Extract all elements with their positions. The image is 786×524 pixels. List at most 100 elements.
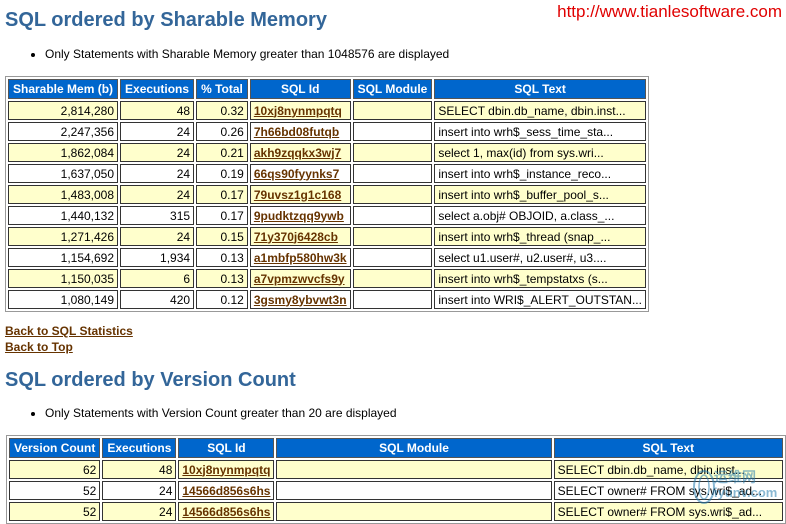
text-cell: [352, 290, 433, 309]
table-row: 1,637,050 24 0.19 66qs90fyynks7 insert into …: [8, 164, 646, 183]
numeric-cell: 6: [120, 269, 195, 288]
logo-icon: [693, 470, 715, 504]
sql-id-link[interactable]: 9pudktzqq9ywb: [254, 209, 344, 223]
col-header-sql-id: SQL Id: [249, 79, 351, 99]
numeric-cell: 1,271,426: [8, 227, 119, 246]
numeric-cell: 2,814,280: [8, 101, 119, 120]
sql-id-link[interactable]: 14566d856s6hs: [182, 505, 270, 519]
numeric-cell: 1,862,084: [8, 143, 119, 162]
section-note: Only Statements with Sharable Memory gre…: [0, 47, 449, 61]
sql-id-cell: 71y370j6428cb: [249, 227, 351, 246]
text-cell: insert into wrh$_sess_time_sta...: [434, 122, 646, 141]
numeric-cell: 62: [9, 460, 101, 479]
sql-id-cell: 66qs90fyynks7: [249, 164, 351, 183]
sql-id-link[interactable]: a1mbfp580hw3k: [254, 251, 347, 265]
table-row: 2,814,280 48 0.32 10xj8nynmpqtq SELECT dbin.…: [8, 101, 646, 120]
text-cell: [352, 164, 433, 183]
table-header-row: Version Count Executions SQL Id SQL Modu…: [9, 438, 783, 458]
numeric-cell: 0.13: [196, 248, 248, 267]
sql-id-link[interactable]: 10xj8nynmpqtq: [182, 463, 270, 477]
col-header-executions: Executions: [102, 438, 177, 458]
numeric-cell: 0.12: [196, 290, 248, 309]
sql-id-link[interactable]: 66qs90fyynks7: [254, 167, 339, 181]
numeric-cell: 24: [120, 143, 195, 162]
sql-id-link[interactable]: 79uvsz1g1c168: [254, 188, 341, 202]
text-cell: insert into wrh$_thread (snap_...: [434, 227, 646, 246]
text-cell: [352, 122, 433, 141]
col-header-sql-id: SQL Id: [178, 438, 275, 458]
numeric-cell: 0.19: [196, 164, 248, 183]
sql-id-cell: 10xj8nynmpqtq: [178, 460, 275, 479]
sql-id-link[interactable]: a7vpmzwvcfs9y: [254, 272, 345, 286]
numeric-cell: 24: [120, 164, 195, 183]
numeric-cell: 1,080,149: [8, 290, 119, 309]
text-cell: select 1, max(id) from sys.wri...: [434, 143, 646, 162]
sql-id-link[interactable]: 71y370j6428cb: [254, 230, 338, 244]
table-header-row: Sharable Mem (b) Executions % Total SQL …: [8, 79, 646, 99]
col-header-executions: Executions: [120, 79, 195, 99]
col-header-version-count: Version Count: [9, 438, 101, 458]
sql-id-cell: 10xj8nynmpqtq: [249, 101, 351, 120]
numeric-cell: 0.17: [196, 185, 248, 204]
site-logo: 运维网 iyunv.com: [692, 463, 782, 513]
table-row: 52 24 14566d856s6hs SELECT owner# FROM sys.…: [9, 502, 783, 521]
numeric-cell: 0.13: [196, 269, 248, 288]
sql-id-link[interactable]: 3gsmy8ybvwt3n: [254, 293, 347, 307]
numeric-cell: 1,934: [120, 248, 195, 267]
numeric-cell: 1,637,050: [8, 164, 119, 183]
numeric-cell: 24: [102, 481, 177, 500]
numeric-cell: 1,150,035: [8, 269, 119, 288]
back-to-sql-statistics-link[interactable]: Back to SQL Statistics: [5, 324, 133, 338]
numeric-cell: 2,247,356: [8, 122, 119, 141]
back-to-top-link[interactable]: Back to Top: [5, 340, 73, 354]
text-cell: [352, 227, 433, 246]
sql-id-cell: 79uvsz1g1c168: [249, 185, 351, 204]
numeric-cell: 52: [9, 502, 101, 521]
table-row: 1,862,084 24 0.21 akh9zqqkx3wj7 select 1, ma…: [8, 143, 646, 162]
text-cell: insert into wrh$_buffer_pool_s...: [434, 185, 646, 204]
sql-id-cell: 9pudktzqq9ywb: [249, 206, 351, 225]
sql-id-cell: a1mbfp580hw3k: [249, 248, 351, 267]
text-cell: select a.obj# OBJOID, a.class_...: [434, 206, 646, 225]
text-cell: [352, 143, 433, 162]
note-item: Only Statements with Version Count great…: [45, 406, 397, 420]
sql-id-link[interactable]: 7h66bd08futqb: [254, 125, 339, 139]
numeric-cell: 1,440,132: [8, 206, 119, 225]
numeric-cell: 1,154,692: [8, 248, 119, 267]
table-row: 1,271,426 24 0.15 71y370j6428cb insert into …: [8, 227, 646, 246]
text-cell: [352, 185, 433, 204]
col-header-sql-module: SQL Module: [352, 79, 433, 99]
col-header-sharable-mem: Sharable Mem (b): [8, 79, 119, 99]
text-cell: select u1.user#, u2.user#, u3....: [434, 248, 646, 267]
col-header-sql-text: SQL Text: [553, 438, 783, 458]
sql-id-cell: a7vpmzwvcfs9y: [249, 269, 351, 288]
numeric-cell: 0.21: [196, 143, 248, 162]
numeric-cell: 0.15: [196, 227, 248, 246]
numeric-cell: 0.32: [196, 101, 248, 120]
text-cell: [352, 101, 433, 120]
numeric-cell: 0.26: [196, 122, 248, 141]
table-row: 1,150,035 6 0.13 a7vpmzwvcfs9y insert into w…: [8, 269, 646, 288]
numeric-cell: 24: [120, 227, 195, 246]
col-header-sql-text: SQL Text: [434, 79, 646, 99]
sql-id-link[interactable]: akh9zqqkx3wj7: [254, 146, 341, 160]
table-row: 52 24 14566d856s6hs SELECT owner# FROM sys.…: [9, 481, 783, 500]
sql-id-cell: 7h66bd08futqb: [249, 122, 351, 141]
logo-text-cn: 运维网: [714, 469, 756, 485]
numeric-cell: 24: [120, 122, 195, 141]
text-cell: insert into wrh$_instance_reco...: [434, 164, 646, 183]
numeric-cell: 48: [120, 101, 195, 120]
sql-id-cell: 3gsmy8ybvwt3n: [249, 290, 351, 309]
sql-id-cell: 14566d856s6hs: [178, 481, 275, 500]
text-cell: [352, 248, 433, 267]
numeric-cell: 1,483,008: [8, 185, 119, 204]
section-title-sharable-memory: SQL ordered by Sharable Memory: [5, 9, 327, 31]
table-row: 1,483,008 24 0.17 79uvsz1g1c168 insert into …: [8, 185, 646, 204]
text-cell: [276, 502, 552, 521]
note-item: Only Statements with Sharable Memory gre…: [45, 47, 449, 61]
sql-id-link[interactable]: 10xj8nynmpqtq: [254, 104, 342, 118]
watermark-url: http://www.tianlesoftware.com: [557, 2, 782, 21]
col-header-sql-module: SQL Module: [276, 438, 552, 458]
sql-id-link[interactable]: 14566d856s6hs: [182, 484, 270, 498]
table-row: 2,247,356 24 0.26 7h66bd08futqb insert into …: [8, 122, 646, 141]
